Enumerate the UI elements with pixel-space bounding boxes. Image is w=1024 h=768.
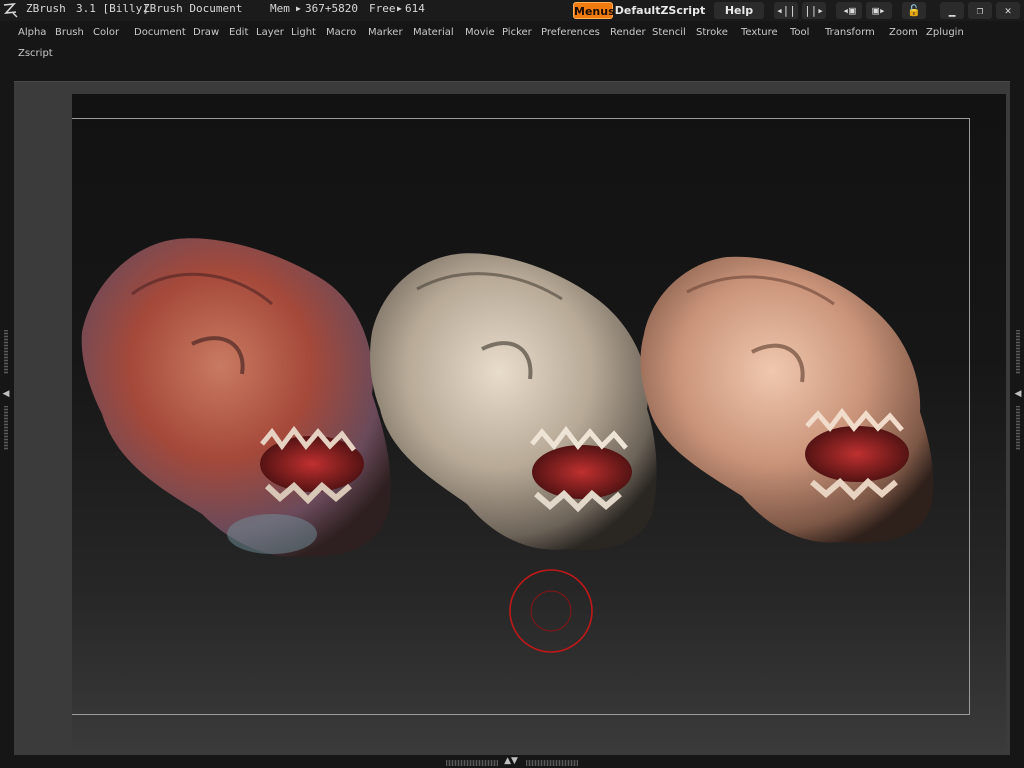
free-label: Free <box>369 2 396 15</box>
menu-zoom[interactable]: Zoom <box>889 27 918 38</box>
help-button[interactable]: Help <box>714 2 764 19</box>
grip-icon <box>1016 406 1020 450</box>
menu-material[interactable]: Material <box>413 27 454 38</box>
bottom-tray-handle[interactable]: ▲▼ <box>446 756 578 768</box>
menu-texture[interactable]: Texture <box>741 27 778 38</box>
left-tray-handle[interactable]: ◀ <box>2 330 10 460</box>
menu-preferences[interactable]: Preferences <box>541 27 600 38</box>
menu-zplugin[interactable]: Zplugin <box>926 27 964 38</box>
triangle-right-icon: ▶ <box>397 4 402 13</box>
menu-zscript[interactable]: Zscript <box>18 48 53 59</box>
menu-brush[interactable]: Brush <box>55 27 84 38</box>
chevron-left-icon: ◀ <box>1014 389 1022 399</box>
menu-layer[interactable]: Layer <box>256 27 284 38</box>
document-bounds <box>72 118 970 715</box>
menu-edit[interactable]: Edit <box>229 27 248 38</box>
free-value: 614 <box>405 2 425 15</box>
layout-left-icon[interactable]: ◂▣ <box>836 2 862 19</box>
close-icon[interactable]: ✕ <box>996 2 1020 19</box>
grip-icon <box>4 330 8 374</box>
menu-movie[interactable]: Movie <box>465 27 495 38</box>
default-zscript-button[interactable]: DefaultZScript <box>614 2 706 19</box>
menu-bar: Alpha Brush Color Document Draw Edit Lay… <box>0 23 1024 65</box>
menu-stencil[interactable]: Stencil <box>652 27 686 38</box>
grip-icon <box>446 760 498 766</box>
menu-light[interactable]: Light <box>291 27 316 38</box>
menu-color[interactable]: Color <box>93 27 119 38</box>
triangle-right-icon: ▶ <box>296 4 301 13</box>
app-name: ZBrush <box>26 2 66 15</box>
menu-alpha[interactable]: Alpha <box>18 27 46 38</box>
menu-stroke[interactable]: Stroke <box>696 27 728 38</box>
right-tray-handle[interactable]: ◀ <box>1014 330 1022 460</box>
menu-tool[interactable]: Tool <box>790 27 809 38</box>
grip-icon <box>526 760 578 766</box>
menu-transform[interactable]: Transform <box>825 27 875 38</box>
document-name: ZBrush Document <box>143 2 243 15</box>
chevron-left-icon: ◀ <box>2 389 10 399</box>
lock-icon[interactable]: 🔓 <box>902 2 926 19</box>
mem-label: Mem <box>270 2 290 15</box>
menu-draw[interactable]: Draw <box>193 27 219 38</box>
palette-right-icon[interactable]: ||▸ <box>802 2 826 19</box>
grip-icon <box>1016 330 1020 374</box>
menu-marker[interactable]: Marker <box>368 27 403 38</box>
palette-left-icon[interactable]: ◂|| <box>774 2 798 19</box>
mem-value: 367+5820 <box>305 2 358 15</box>
zbrush-logo-icon <box>3 3 18 18</box>
menu-macro[interactable]: Macro <box>326 27 356 38</box>
menus-button[interactable]: Menus <box>573 2 615 19</box>
restore-icon[interactable]: ❐ <box>968 2 992 19</box>
menu-picker[interactable]: Picker <box>502 27 532 38</box>
zbrush-window: ZBrush 3.1 [Billy] ZBrush Document Mem ▶… <box>0 0 1024 768</box>
menu-render[interactable]: Render <box>610 27 646 38</box>
layout-right-icon[interactable]: ▣▸ <box>866 2 892 19</box>
minimize-icon[interactable]: ▁ <box>940 2 964 19</box>
app-version: 3.1 [Billy] <box>76 2 149 15</box>
chevron-updown-icon: ▲▼ <box>504 756 518 766</box>
title-bar: ZBrush 3.1 [Billy] ZBrush Document Mem ▶… <box>0 0 1024 21</box>
grip-icon <box>4 406 8 450</box>
menu-document[interactable]: Document <box>134 27 186 38</box>
